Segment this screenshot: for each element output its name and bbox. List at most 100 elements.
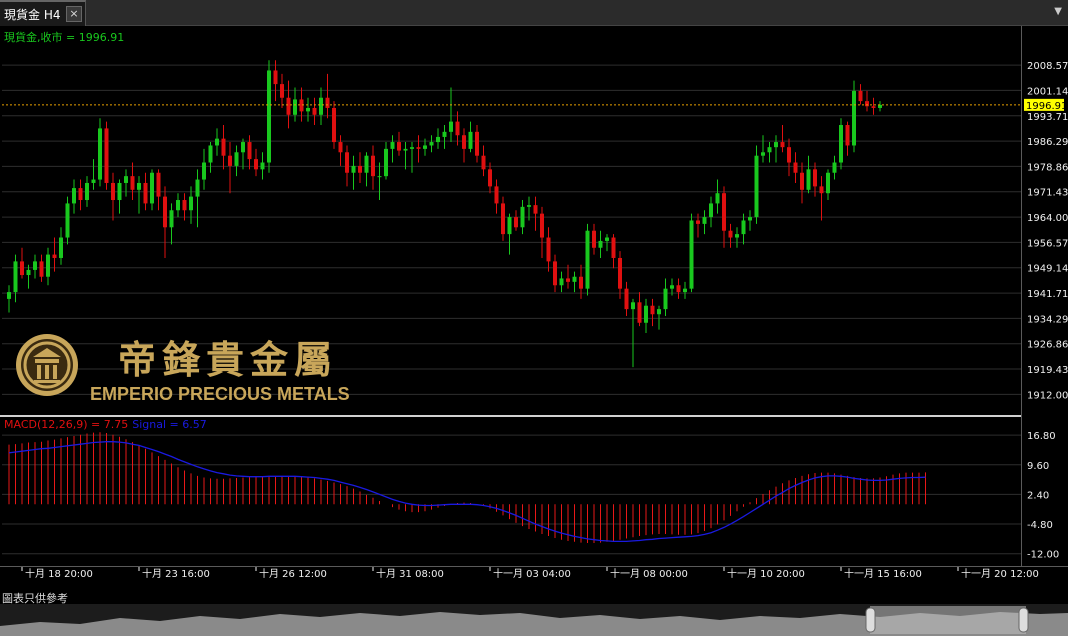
candle-body bbox=[254, 159, 258, 170]
candle-body bbox=[247, 142, 252, 160]
candle-body bbox=[683, 288, 687, 293]
candle-body bbox=[390, 142, 395, 149]
last-price-label: 1996.91 bbox=[1026, 101, 1067, 112]
macd-tick-label: -12.00 bbox=[1027, 550, 1059, 561]
candle-body bbox=[618, 257, 622, 289]
candle-body bbox=[325, 97, 330, 108]
candle-body bbox=[657, 309, 661, 315]
candle-body bbox=[111, 182, 115, 201]
candle-body bbox=[761, 152, 765, 156]
candle-body bbox=[488, 169, 492, 187]
macd-value-label: MACD(12,26,9) = 7.75 bbox=[4, 418, 128, 431]
candle-body bbox=[572, 276, 577, 282]
candle-body bbox=[351, 165, 356, 173]
candle-body bbox=[676, 285, 681, 293]
menu-dropdown-icon[interactable]: ▼ bbox=[1054, 6, 1062, 17]
candle-body bbox=[215, 138, 219, 146]
candle-body bbox=[442, 131, 447, 137]
candle-body bbox=[202, 162, 206, 180]
price-tick-label: 1912.00 bbox=[1027, 390, 1068, 401]
candle-body bbox=[319, 97, 323, 115]
candle-body bbox=[455, 121, 460, 136]
price-tick-label: 1956.57 bbox=[1027, 238, 1068, 249]
time-tick-label: 十月 23 16:00 bbox=[142, 567, 210, 580]
candle-body bbox=[46, 254, 50, 277]
candle-body bbox=[566, 278, 570, 282]
candle-body bbox=[397, 142, 401, 151]
candle-body bbox=[507, 217, 512, 235]
price-tick-label: 1919.43 bbox=[1027, 365, 1068, 376]
candle-body bbox=[852, 90, 856, 146]
candle-body bbox=[858, 90, 863, 102]
time-tick-label: 十一月 20 12:00 bbox=[961, 567, 1039, 580]
price-chart[interactable]: 2008.57 2001.14 1993.71 1986.29 1978.86 1971.… bbox=[0, 26, 1068, 604]
logo-chinese-name: 帝鋒貴金屬 bbox=[118, 337, 338, 382]
candle-body bbox=[650, 305, 655, 315]
navigator-window[interactable] bbox=[870, 606, 1026, 634]
candle-body bbox=[286, 97, 291, 115]
candle-body bbox=[364, 155, 369, 173]
candle-body bbox=[293, 99, 297, 115]
candle-body bbox=[774, 142, 778, 148]
close-icon[interactable]: × bbox=[66, 6, 82, 22]
candle-body bbox=[117, 182, 122, 201]
candle-body bbox=[793, 162, 798, 173]
candle-body bbox=[228, 155, 232, 166]
candle-body bbox=[501, 203, 505, 235]
price-tick-label: 1964.00 bbox=[1027, 213, 1068, 224]
price-tick-label: 1978.86 bbox=[1027, 162, 1068, 173]
candle-body bbox=[845, 125, 850, 146]
candle-body bbox=[208, 145, 213, 163]
candle-body bbox=[871, 106, 876, 108]
candle-body bbox=[104, 128, 109, 183]
candle-body bbox=[338, 142, 343, 153]
candle-body bbox=[137, 182, 141, 190]
candle-body bbox=[533, 205, 538, 214]
candle-body bbox=[91, 179, 96, 183]
candle-body bbox=[748, 217, 752, 221]
chart-background bbox=[0, 26, 1068, 604]
candle-body bbox=[306, 107, 310, 112]
macd-tick-label: -4.80 bbox=[1027, 520, 1053, 531]
navigator-right-handle[interactable] bbox=[1018, 607, 1029, 633]
candle-body bbox=[195, 179, 200, 197]
candle-body bbox=[754, 155, 759, 218]
candle-body bbox=[59, 237, 63, 258]
candle-body bbox=[423, 145, 427, 149]
candle-body bbox=[241, 142, 245, 153]
price-tick-label: 1986.29 bbox=[1027, 137, 1068, 148]
candle-body bbox=[267, 70, 271, 163]
candle-body bbox=[767, 147, 772, 153]
candle-body bbox=[312, 107, 317, 115]
candle-body bbox=[98, 128, 102, 180]
chart-tab[interactable]: 現貨金 H4 × bbox=[0, 0, 86, 26]
candle-body bbox=[273, 70, 278, 85]
candle-body bbox=[26, 269, 31, 276]
chart-navigator[interactable] bbox=[0, 604, 1068, 636]
candle-body bbox=[72, 188, 76, 204]
candle-body bbox=[416, 147, 421, 149]
candle-body bbox=[7, 292, 11, 299]
price-tick-label: 2001.14 bbox=[1027, 86, 1068, 97]
time-tick-label: 十月 26 12:00 bbox=[259, 567, 327, 580]
candle-body bbox=[813, 169, 817, 187]
candle-body bbox=[637, 302, 642, 323]
candle-body bbox=[670, 285, 674, 289]
candle-body bbox=[143, 182, 148, 204]
candle-body bbox=[20, 261, 24, 276]
candle-body bbox=[78, 188, 83, 201]
candle-body bbox=[559, 278, 564, 286]
candle-body bbox=[481, 155, 486, 170]
candle-body bbox=[800, 172, 804, 190]
candle-body bbox=[826, 172, 830, 194]
navigator-left-handle[interactable] bbox=[865, 607, 876, 633]
candle-body bbox=[130, 176, 135, 190]
time-tick-label: 十一月 08 00:00 bbox=[610, 567, 688, 580]
candle-body bbox=[527, 205, 531, 207]
candle-body bbox=[189, 196, 193, 211]
macd-tick-label: 9.60 bbox=[1027, 461, 1049, 472]
candle-body bbox=[260, 162, 265, 170]
candle-body bbox=[592, 230, 596, 248]
candle-body bbox=[234, 152, 239, 166]
candle-body bbox=[546, 237, 551, 262]
